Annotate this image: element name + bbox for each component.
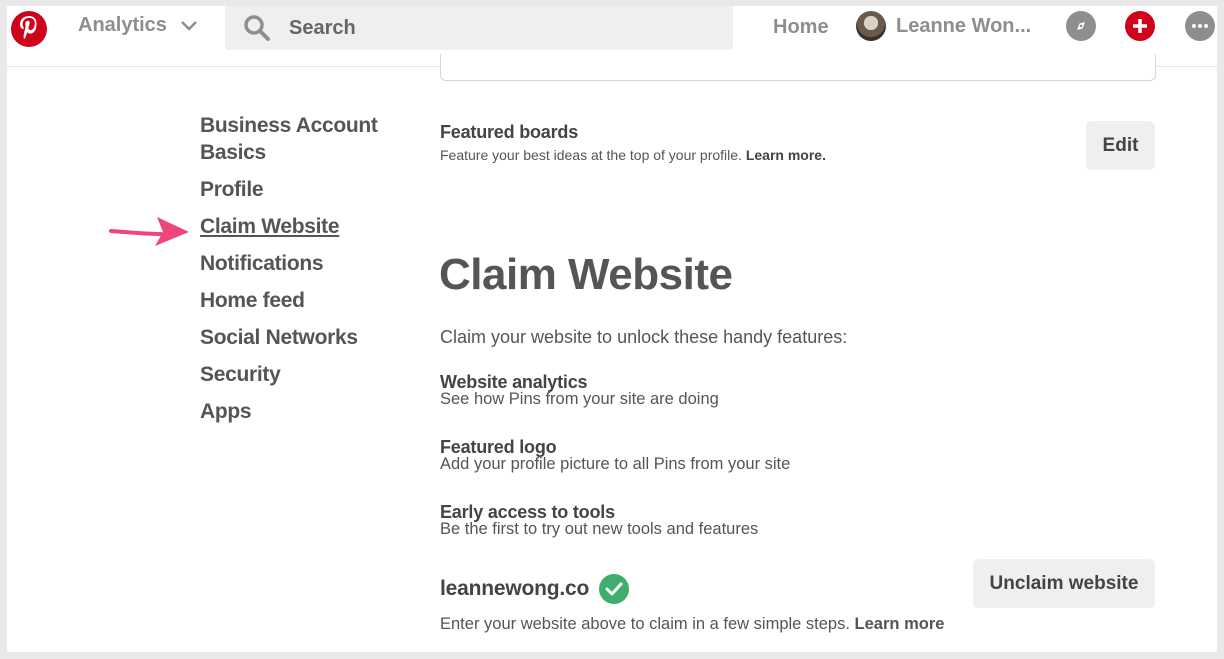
sidebar-item-apps[interactable]: Apps bbox=[200, 398, 400, 425]
domain-name: leannewong.co bbox=[440, 577, 590, 600]
claim-intro: Claim your website to unlock these handy… bbox=[440, 327, 848, 347]
search-icon bbox=[244, 15, 270, 41]
claimed-domain: leannewong.co bbox=[440, 574, 630, 604]
sidebar-item-business-account-basics[interactable]: Business Account Basics bbox=[200, 112, 390, 166]
pinterest-logo-icon[interactable] bbox=[11, 11, 47, 47]
sidebar-item-notifications[interactable]: Notifications bbox=[200, 250, 400, 277]
compass-icon[interactable] bbox=[1066, 11, 1096, 41]
website-input-partial[interactable] bbox=[440, 54, 1156, 81]
add-plus-icon[interactable] bbox=[1125, 11, 1155, 41]
sidebar-item-claim-website[interactable]: Claim Website bbox=[200, 213, 400, 240]
chat-bubble-icon[interactable] bbox=[1185, 11, 1215, 41]
claim-learn-more-link[interactable]: Learn more bbox=[855, 615, 945, 633]
app-window: Analytics Home Leanne Won... Business Ac… bbox=[7, 6, 1217, 652]
sidebar-item-social-networks[interactable]: Social Networks bbox=[200, 324, 400, 351]
verified-check-icon bbox=[599, 574, 630, 604]
feature-description: Add your profile picture to all Pins fro… bbox=[440, 455, 791, 473]
pointer-arrow-icon bbox=[109, 217, 189, 246]
claim-note-text: Enter your website above to claim in a f… bbox=[440, 615, 850, 633]
analytics-menu[interactable]: Analytics bbox=[78, 14, 197, 37]
user-name: Leanne Won... bbox=[896, 14, 1032, 37]
feature-description: See how Pins from your site are doing bbox=[440, 390, 719, 408]
featured-boards-learn-more-link[interactable]: Learn more. bbox=[746, 147, 826, 163]
analytics-label: Analytics bbox=[78, 14, 167, 36]
claim-note: Enter your website above to claim in a f… bbox=[440, 615, 944, 634]
search-box[interactable] bbox=[225, 6, 733, 50]
home-link[interactable]: Home bbox=[773, 16, 829, 39]
page-title: Claim Website bbox=[439, 250, 733, 299]
sidebar-item-home-feed[interactable]: Home feed bbox=[200, 287, 400, 314]
search-input[interactable] bbox=[287, 15, 691, 41]
edit-button[interactable]: Edit bbox=[1086, 121, 1155, 170]
sidebar-item-security[interactable]: Security bbox=[200, 361, 400, 388]
settings-sidebar: Business Account Basics Profile Claim We… bbox=[200, 112, 400, 435]
chevron-down-icon bbox=[181, 20, 197, 31]
feature-description: Be the first to try out new tools and fe… bbox=[440, 520, 759, 538]
featured-boards-description: Feature your best ideas at the top of yo… bbox=[440, 147, 826, 163]
sidebar-item-profile[interactable]: Profile bbox=[200, 176, 400, 203]
featured-boards-title: Featured boards bbox=[440, 122, 579, 142]
user-profile-link[interactable]: Leanne Won... bbox=[856, 11, 1031, 41]
unclaim-website-button[interactable]: Unclaim website bbox=[973, 559, 1155, 608]
featured-boards-text: Feature your best ideas at the top of yo… bbox=[440, 147, 742, 163]
avatar bbox=[856, 11, 886, 41]
